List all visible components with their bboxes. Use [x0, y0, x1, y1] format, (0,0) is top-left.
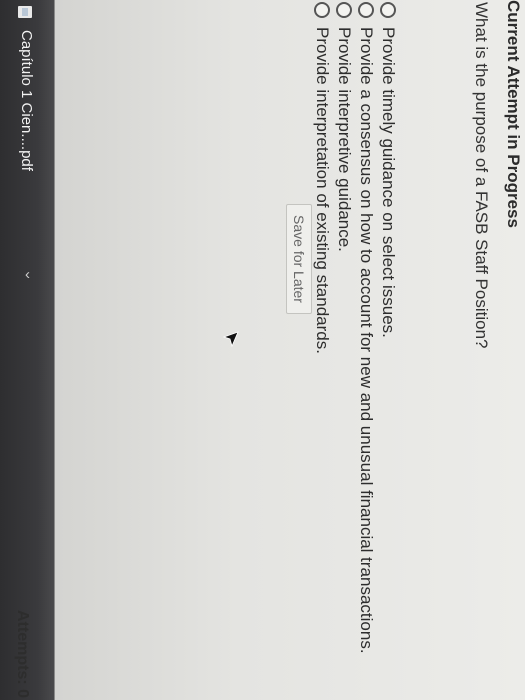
radio-button-icon[interactable]	[358, 2, 374, 18]
screenshot-frame: Capítulo 1 Cien....pdf ‹ Current Attempt…	[0, 0, 525, 700]
answer-option-label: Provide a consensus on how to account fo…	[357, 27, 376, 654]
question-text: What is the purpose of a FASB Staff Posi…	[472, 2, 491, 349]
answer-option-label: Provide interpretation of existing stand…	[313, 27, 332, 354]
page-title: Current Attempt in Progress	[504, 0, 523, 228]
answer-option-2[interactable]: Provide a consensus on how to account fo…	[355, 2, 377, 654]
save-for-later-button[interactable]: Save for Later	[286, 204, 312, 314]
radio-button-icon[interactable]	[336, 2, 352, 18]
answer-option-4[interactable]: Provide interpretation of existing stand…	[311, 2, 333, 654]
answer-option-label: Provide interpretive guidance.	[335, 27, 354, 252]
answer-options: Provide timely guidance on select issues…	[311, 2, 399, 654]
answer-option-3[interactable]: Provide interpretive guidance.	[333, 2, 355, 654]
radio-button-icon[interactable]	[380, 2, 396, 18]
attempts-counter: Attempts: 0	[14, 610, 31, 699]
radio-button-icon[interactable]	[314, 2, 330, 18]
mouse-cursor-icon	[222, 331, 239, 348]
quiz-page: Current Attempt in Progress What is the …	[0, 0, 525, 700]
answer-option-1[interactable]: Provide timely guidance on select issues…	[377, 2, 399, 654]
answer-option-label: Provide timely guidance on select issues…	[379, 27, 398, 338]
